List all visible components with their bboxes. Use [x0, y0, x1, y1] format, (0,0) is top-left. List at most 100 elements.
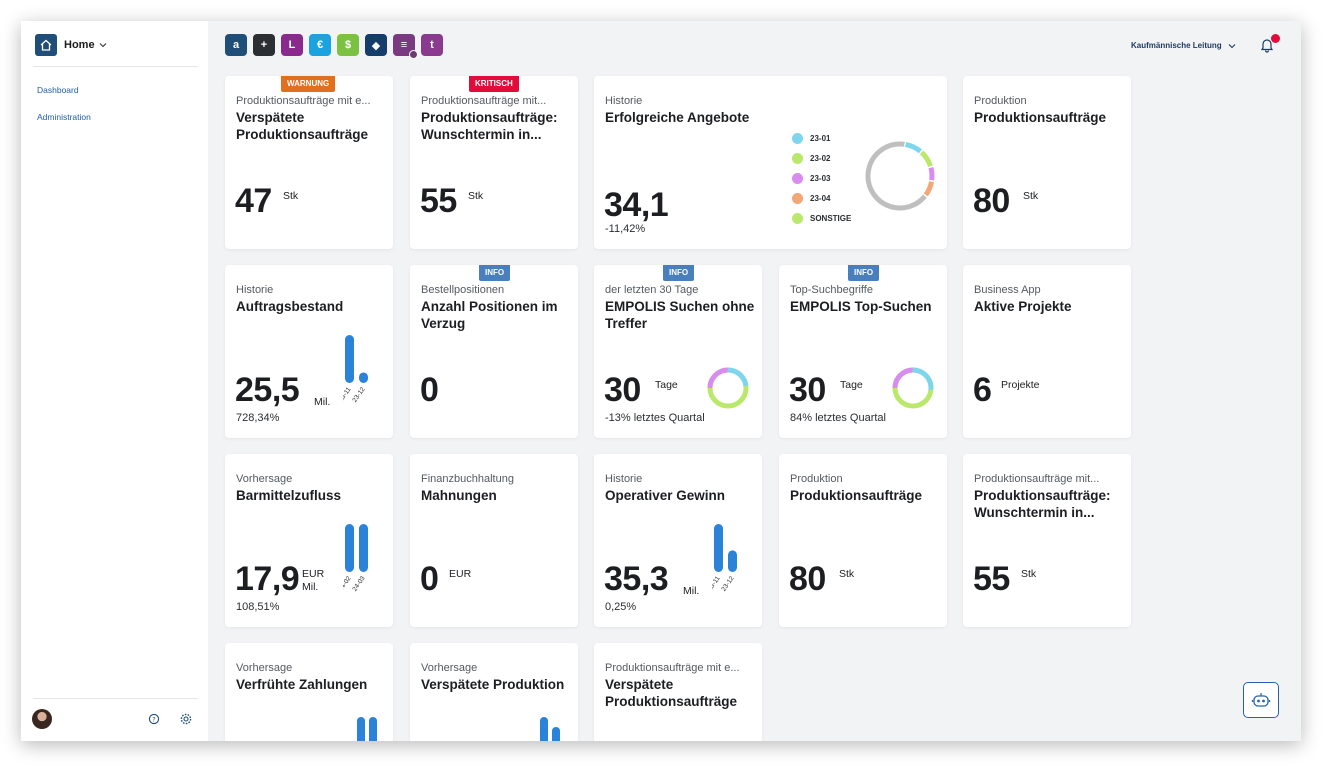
card-unit: Stk: [1021, 568, 1037, 580]
kpi-card-produktionsauftraege[interactable]: Produktion Produktionsaufträge 80 Stk: [963, 76, 1131, 249]
card-value: 47: [235, 182, 272, 220]
kpi-card-verspaetete-produktionsauftraege-2[interactable]: Produktionsaufträge mit e... Verspätete …: [594, 643, 762, 741]
card-category: Historie: [605, 473, 643, 485]
kpi-card-wunschtermin[interactable]: KRITISCH Produktionsaufträge mit... Prod…: [410, 76, 578, 249]
ln-app-icon[interactable]: L: [281, 34, 303, 56]
card-value: 34,1: [604, 186, 669, 224]
legend-label: SONSTIGE: [810, 213, 852, 223]
sidebar-item-dashboard[interactable]: Dashboard: [37, 85, 79, 95]
legend-item: 23-04: [792, 188, 851, 208]
avatar[interactable]: [32, 709, 52, 729]
card-value: 35,3: [604, 560, 669, 598]
card-title: Verspätete Produktion: [421, 677, 565, 692]
card-value: 0: [420, 560, 439, 598]
kpi-card-produktionsauftraege-2[interactable]: Produktion Produktionsaufträge 80 Stk: [779, 454, 947, 627]
sub-badge: [409, 50, 418, 59]
home-icon: [35, 34, 57, 56]
sidebar-item-administration[interactable]: Administration: [37, 112, 91, 122]
sidebar-footer-divider: [33, 698, 198, 699]
card-value: 55: [420, 182, 457, 220]
help-icon[interactable]: ?: [148, 713, 160, 725]
card-title: EMPOLIS Top-Suchen: [790, 299, 932, 314]
euro-app-icon[interactable]: $: [337, 34, 359, 56]
bar: [357, 717, 365, 741]
doc-app-icon[interactable]: ≡: [393, 34, 418, 59]
plus-app-icon[interactable]: +: [253, 34, 275, 56]
bar-label: 24-02: [343, 575, 353, 593]
card-change: -13% letztes Quartal: [605, 412, 705, 424]
bar: [714, 524, 723, 572]
card-category: Produktionsaufträge mit e...: [236, 95, 371, 107]
card-title: Verfrühte Zahlungen: [236, 677, 368, 692]
card-category: Historie: [605, 95, 643, 107]
kpi-card-empolis-top-suchen[interactable]: INFO Top-Suchbegriffe EMPOLIS Top-Suchen…: [779, 265, 947, 438]
card-unit: EUR: [449, 568, 472, 580]
home-menu-button[interactable]: Home: [35, 34, 107, 56]
card-unit-currency: EUR: [302, 568, 325, 580]
card-change: 84% letztes Quartal: [790, 412, 886, 424]
sidebar-divider: [33, 66, 198, 67]
kpi-card-aktive-projekte[interactable]: Business App Aktive Projekte 6 Projekte: [963, 265, 1131, 438]
card-category: Produktion: [790, 473, 843, 485]
card-unit: EUR Mil.: [302, 568, 324, 594]
card-change: 728,34%: [236, 412, 280, 424]
pin-app-icon[interactable]: ◆: [365, 34, 387, 56]
kpi-card-erfolgreiche-angebote[interactable]: Historie Erfolgreiche Angebote 34,1 -11,…: [594, 76, 947, 249]
bar: [728, 550, 737, 572]
warning-badge: WARNUNG: [281, 76, 336, 92]
gear-app-icon[interactable]: €: [309, 34, 331, 56]
card-change: 108,51%: [236, 601, 280, 613]
card-unit: Stk: [468, 190, 484, 202]
donut-segment: [865, 141, 935, 211]
donut-segment: [865, 141, 935, 211]
legend-label: 23-02: [810, 153, 831, 163]
card-title: Produktionsaufträge: [790, 488, 923, 503]
card-unit-scale: Mil.: [302, 581, 319, 593]
card-title: Mahnungen: [421, 488, 497, 503]
svg-text:?: ?: [152, 715, 155, 723]
legend-label: 23-04: [810, 193, 831, 203]
legend-item: 23-01: [792, 128, 851, 148]
card-category: Finanzbuchhaltung: [421, 473, 514, 485]
donut-chart: [865, 141, 935, 211]
card-unit: Tage: [655, 379, 678, 391]
kpi-card-verfruehte-zahlungen[interactable]: Vorhersage Verfrühte Zahlungen: [225, 643, 393, 741]
app-window: Home Dashboard Administration ? a + L € $ ◆ ≡ t…: [21, 21, 1301, 741]
card-value: 0: [420, 371, 439, 409]
search-app-icon[interactable]: a: [225, 34, 247, 56]
app-launcher-bar: a + L € $ ◆ ≡ t: [225, 34, 443, 59]
role-label: Kaufmännische Leitung: [1131, 41, 1222, 50]
assistant-bot-button[interactable]: [1243, 682, 1279, 718]
kpi-card-verspaetete-produktion[interactable]: Vorhersage Verspätete Produktion: [410, 643, 578, 741]
donut-segment: [865, 141, 935, 211]
home-label: Home: [64, 39, 95, 51]
card-title: Produktionsaufträge: Wunschtermin in...: [974, 488, 1111, 520]
card-value: 25,5: [235, 371, 300, 409]
role-selector[interactable]: Kaufmännische Leitung: [1131, 41, 1236, 50]
kpi-card-wunschtermin-2[interactable]: Produktionsaufträge mit... Produktionsau…: [963, 454, 1131, 627]
card-unit: Mil.: [314, 396, 331, 408]
critical-badge: KRITISCH: [469, 76, 519, 92]
t-app-icon[interactable]: t: [421, 34, 443, 56]
kpi-card-mahnungen[interactable]: Finanzbuchhaltung Mahnungen 0 EUR: [410, 454, 578, 627]
info-badge: INFO: [848, 265, 880, 281]
kpi-card-operativer-gewinn[interactable]: Historie Operativer Gewinn 35,3 Mil. 0,2…: [594, 454, 762, 627]
card-title: Auftragsbestand: [236, 299, 344, 314]
kpi-card-auftragsbestand[interactable]: Historie Auftragsbestand 25,5 Mil. 728,3…: [225, 265, 393, 438]
card-unit: Projekte: [1001, 379, 1040, 391]
bar-label: 23-12: [351, 386, 366, 404]
bar: [359, 372, 368, 383]
chevron-down-icon: [1228, 43, 1236, 48]
kpi-card-verspaetete-produktionsauftraege[interactable]: WARNUNG Produktionsaufträge mit e... Ver…: [225, 76, 393, 249]
gear-icon[interactable]: [180, 713, 192, 725]
legend-item: 23-02: [792, 148, 851, 168]
kpi-card-empolis-ohne-treffer[interactable]: INFO der letzten 30 Tage EMPOLIS Suchen …: [594, 265, 762, 438]
card-title: Verspätete Produktionsaufträge: [605, 677, 738, 709]
kpi-card-barmittelzufluss[interactable]: Vorhersage Barmittelzufluss 17,9 EUR Mil.…: [225, 454, 393, 627]
kpi-card-positionen-im-verzug[interactable]: INFO Bestellpositionen Anzahl Positionen…: [410, 265, 578, 438]
card-change: -11,42%: [605, 223, 646, 235]
bar: [540, 717, 548, 741]
sidebar: Home Dashboard Administration ?: [21, 21, 208, 741]
card-value: 17,9: [235, 560, 300, 598]
donut-segment: [865, 141, 935, 211]
